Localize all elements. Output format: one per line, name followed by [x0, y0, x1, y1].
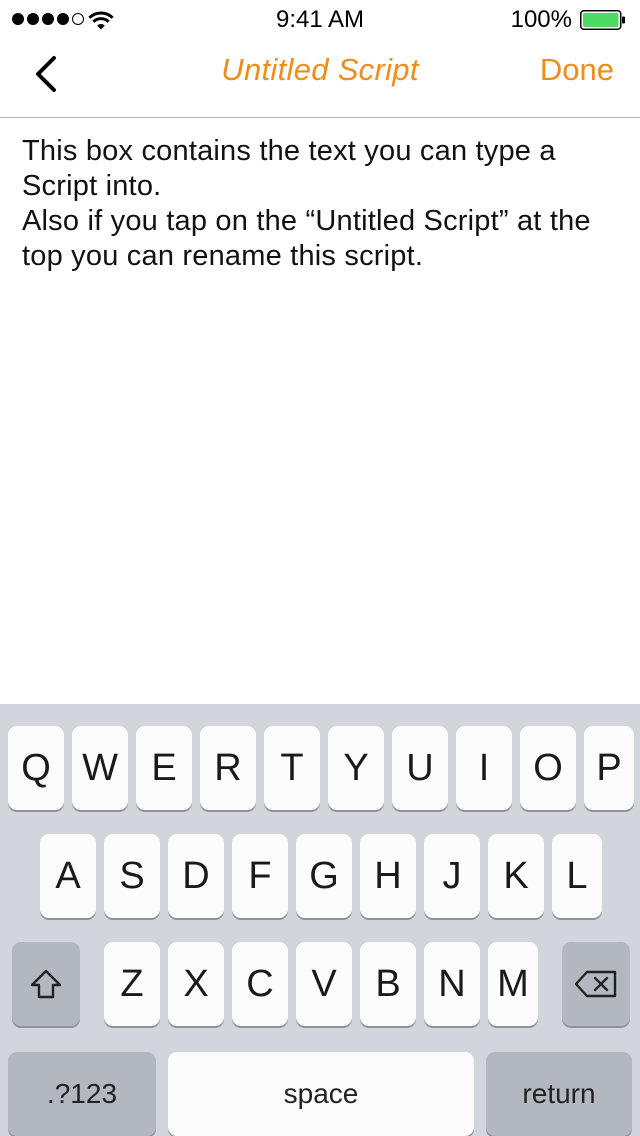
key-z[interactable]: Z: [104, 942, 160, 1026]
key-i[interactable]: I: [456, 726, 512, 810]
space-key[interactable]: space: [168, 1052, 474, 1136]
key-t[interactable]: T: [264, 726, 320, 810]
key-b[interactable]: B: [360, 942, 416, 1026]
key-l[interactable]: L: [552, 834, 602, 918]
numbers-key[interactable]: .?123: [8, 1052, 156, 1136]
key-a[interactable]: A: [40, 834, 96, 918]
delete-backspace-icon: [574, 970, 617, 998]
key-c[interactable]: C: [232, 942, 288, 1026]
shift-key[interactable]: [12, 942, 80, 1026]
key-n[interactable]: N: [424, 942, 480, 1026]
key-w[interactable]: W: [72, 726, 128, 810]
script-text-editor[interactable]: This box contains the text you can type …: [22, 134, 622, 694]
key-h[interactable]: H: [360, 834, 416, 918]
key-j[interactable]: J: [424, 834, 480, 918]
key-d[interactable]: D: [168, 834, 224, 918]
key-r[interactable]: R: [200, 726, 256, 810]
key-k[interactable]: K: [488, 834, 544, 918]
editor-line: This box contains the text you can type …: [22, 135, 556, 202]
keyboard: Q W E R T Y U I O P A S D F G H J K L Z …: [0, 704, 640, 1136]
key-f[interactable]: F: [232, 834, 288, 918]
editor-line: Also if you tap on the “Untitled Script”…: [22, 205, 591, 272]
key-g[interactable]: G: [296, 834, 352, 918]
key-y[interactable]: Y: [328, 726, 384, 810]
done-button[interactable]: Done: [540, 52, 614, 88]
back-chevron-icon[interactable]: [26, 52, 70, 96]
status-bar: 9:41 AM 100%: [0, 0, 640, 40]
key-s[interactable]: S: [104, 834, 160, 918]
battery-percentage: 100%: [510, 6, 572, 33]
script-title[interactable]: Untitled Script: [221, 52, 418, 87]
delete-key[interactable]: [562, 942, 630, 1026]
key-o[interactable]: O: [520, 726, 576, 810]
key-q[interactable]: Q: [8, 726, 64, 810]
navigation-bar: Untitled Script Done: [0, 40, 640, 118]
key-v[interactable]: V: [296, 942, 352, 1026]
battery-icon: [580, 10, 625, 30]
return-key[interactable]: return: [486, 1052, 632, 1136]
key-x[interactable]: X: [168, 942, 224, 1026]
key-p[interactable]: P: [584, 726, 634, 810]
key-u[interactable]: U: [392, 726, 448, 810]
shift-icon: [30, 969, 62, 999]
key-e[interactable]: E: [136, 726, 192, 810]
key-m[interactable]: M: [488, 942, 538, 1026]
